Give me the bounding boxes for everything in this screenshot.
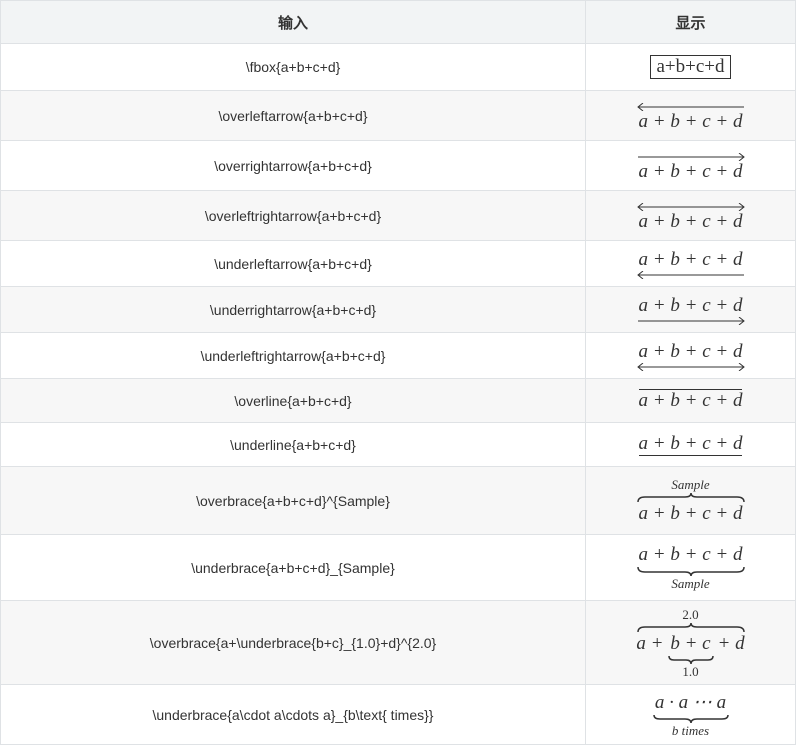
table-row: \underleftarrow{a+b+c+d} a + b + c + d: [0, 240, 796, 287]
table-row: \underline{a+b+c+d} a + b + c + d: [0, 422, 796, 467]
math-expression: a + b + c + d: [638, 389, 743, 411]
underbrace-icon: [667, 655, 714, 664]
overbrace-icon: [636, 493, 745, 503]
bottom-brace-annotation: 1.0: [682, 663, 699, 679]
math-expression: a + b + c + d: [638, 340, 743, 362]
right-arrow-icon: [637, 316, 745, 325]
display-cell: a + b + c + d: [585, 140, 796, 191]
math-nested-braces: 2.0 a + b + c 1.0 + d: [636, 607, 744, 680]
left-arrow-icon: [636, 103, 745, 111]
input-cell: \overline{a+b+c+d}: [0, 378, 586, 423]
math-underleftrightarrow: a + b + c + d: [636, 340, 745, 371]
input-cell: \underrightarrow{a+b+c+d}: [0, 286, 586, 333]
table-row: \underbrace{a\cdot a\cdots a}_{b\text{ t…: [0, 684, 796, 745]
table-row: \overleftrightarrow{a+b+c+d} a + b + c +…: [0, 190, 796, 241]
table-row: \underbrace{a+b+c+d}_{Sample} a + b + c …: [0, 534, 796, 601]
math-overleftrightarrow: a + b + c + d: [636, 203, 745, 233]
input-cell: \underbrace{a\cdot a\cdots a}_{b\text{ t…: [0, 684, 586, 745]
math-expression-right: + d: [717, 632, 745, 654]
math-expression: a + b + c + d: [638, 294, 743, 316]
display-cell: a + b + c + d: [585, 378, 796, 423]
math-underbrace: a + b + c + d Sample: [636, 543, 745, 592]
math-expression: a + b + c + d: [638, 211, 743, 232]
left-right-arrow-icon: [636, 203, 745, 211]
latex-reference-table: 输入 显示 \fbox{a+b+c+d} a+b+c+d \overleftar…: [0, 0, 796, 745]
brace-annotation: Sample: [671, 477, 710, 492]
input-cell: \underleftarrow{a+b+c+d}: [0, 240, 586, 287]
display-cell: a + b + c + d: [585, 422, 796, 467]
math-overline: a + b + c + d: [638, 389, 743, 412]
math-overbrace: Sample a + b + c + d: [636, 477, 745, 525]
display-cell: 2.0 a + b + c 1.0 + d: [585, 600, 796, 685]
input-cell: \overrightarrow{a+b+c+d}: [0, 140, 586, 191]
input-cell: \underleftrightarrow{a+b+c+d}: [0, 332, 586, 379]
table-row: \underrightarrow{a+b+c+d} a + b + c + d: [0, 286, 796, 333]
table-header-row: 输入 显示: [0, 0, 796, 44]
math-expression-left: a +: [636, 632, 664, 654]
brace-annotation: b times: [671, 722, 710, 738]
display-cell: a + b + c + d: [585, 286, 796, 333]
input-cell: \fbox{a+b+c+d}: [0, 43, 586, 91]
math-expression: a + b + c + d: [638, 161, 743, 182]
input-cell: \overleftrightarrow{a+b+c+d}: [0, 190, 586, 241]
math-overleftarrow: a + b + c + d: [636, 103, 745, 133]
math-expression: a + b + c + d: [638, 248, 743, 270]
table-row: \overleftarrow{a+b+c+d} a + b + c + d: [0, 90, 796, 141]
display-cell: a · a ⋯ a b times: [585, 684, 796, 745]
display-cell: Sample a + b + c + d: [585, 466, 796, 535]
display-cell: a + b + c + d: [585, 240, 796, 287]
table-row: \underleftrightarrow{a+b+c+d} a + b + c …: [0, 332, 796, 379]
table-row: \overbrace{a+b+c+d}^{Sample} Sample a + …: [0, 466, 796, 535]
top-brace-annotation: 2.0: [682, 606, 699, 622]
input-cell: \underbrace{a+b+c+d}_{Sample}: [0, 534, 586, 601]
table-row: \overline{a+b+c+d} a + b + c + d: [0, 378, 796, 423]
overbrace-icon: [636, 622, 745, 633]
left-right-arrow-icon: [636, 362, 745, 371]
underbrace-icon: [636, 566, 745, 576]
math-underbrace-times: a · a ⋯ a b times: [652, 691, 729, 739]
display-cell: a+b+c+d: [585, 43, 796, 91]
underbrace-icon: [652, 714, 729, 723]
left-arrow-icon: [636, 270, 745, 279]
column-header-display: 显示: [585, 0, 796, 44]
table-row: \overrightarrow{a+b+c+d} a + b + c + d: [0, 140, 796, 191]
input-cell: \overleftarrow{a+b+c+d}: [0, 90, 586, 141]
column-header-input: 输入: [0, 0, 586, 44]
math-expression: a · a ⋯ a: [654, 691, 727, 713]
fbox-text: a+b+c+d: [650, 55, 731, 79]
table-row: \overbrace{a+\underbrace{b+c}_{1.0}+d}^{…: [0, 600, 796, 685]
math-expression: a + b + c + d: [638, 543, 743, 565]
table-row: \fbox{a+b+c+d} a+b+c+d: [0, 43, 796, 91]
math-overrightarrow: a + b + c + d: [637, 153, 745, 183]
input-cell: \overbrace{a+\underbrace{b+c}_{1.0}+d}^{…: [0, 600, 586, 685]
display-cell: a + b + c + d: [585, 90, 796, 141]
right-arrow-icon: [637, 153, 745, 161]
math-expression: a + b + c + d: [638, 111, 743, 132]
math-expression: a + b + c + d: [638, 503, 743, 524]
input-cell: \underline{a+b+c+d}: [0, 422, 586, 467]
display-cell: a + b + c + d: [585, 332, 796, 379]
display-cell: a + b + c + d: [585, 190, 796, 241]
math-expression: a + b + c + d: [638, 433, 743, 456]
brace-annotation: Sample: [671, 575, 710, 591]
math-underline: a + b + c + d: [638, 433, 743, 456]
input-cell: \overbrace{a+b+c+d}^{Sample}: [0, 466, 586, 535]
math-underrightarrow: a + b + c + d: [637, 295, 745, 325]
math-underleftarrow: a + b + c + d: [636, 248, 745, 279]
math-expression-inner: b + c: [670, 632, 711, 654]
math-fbox: a+b+c+d: [650, 55, 731, 79]
display-cell: a + b + c + d Sample: [585, 534, 796, 601]
